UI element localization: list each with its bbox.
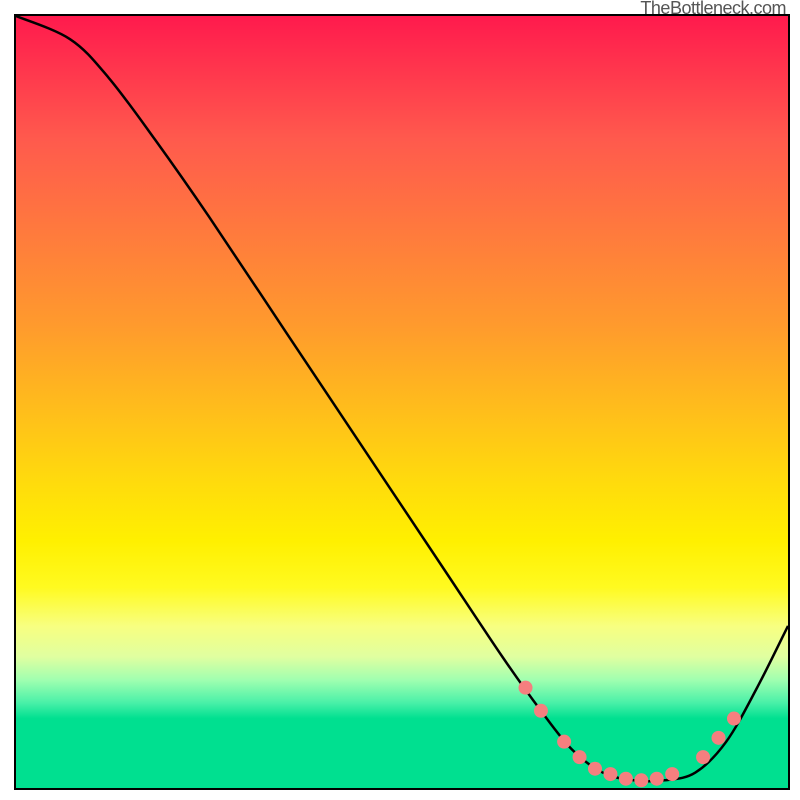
plot-area <box>14 14 790 790</box>
marker-point <box>534 704 548 718</box>
marker-point <box>557 735 571 749</box>
marker-point <box>696 750 710 764</box>
marker-point <box>650 772 664 786</box>
marker-point <box>727 712 741 726</box>
marker-point <box>712 731 726 745</box>
chart-svg <box>16 16 788 788</box>
marker-point <box>573 750 587 764</box>
marker-point <box>619 772 633 786</box>
marker-point <box>634 773 648 787</box>
curve-group <box>16 16 788 781</box>
bottleneck-curve <box>16 16 788 781</box>
marker-point <box>603 767 617 781</box>
marker-point <box>665 767 679 781</box>
marker-point <box>588 762 602 776</box>
marker-point <box>519 681 533 695</box>
chart-container: TheBottleneck.com <box>0 0 800 800</box>
markers-group <box>519 681 741 788</box>
